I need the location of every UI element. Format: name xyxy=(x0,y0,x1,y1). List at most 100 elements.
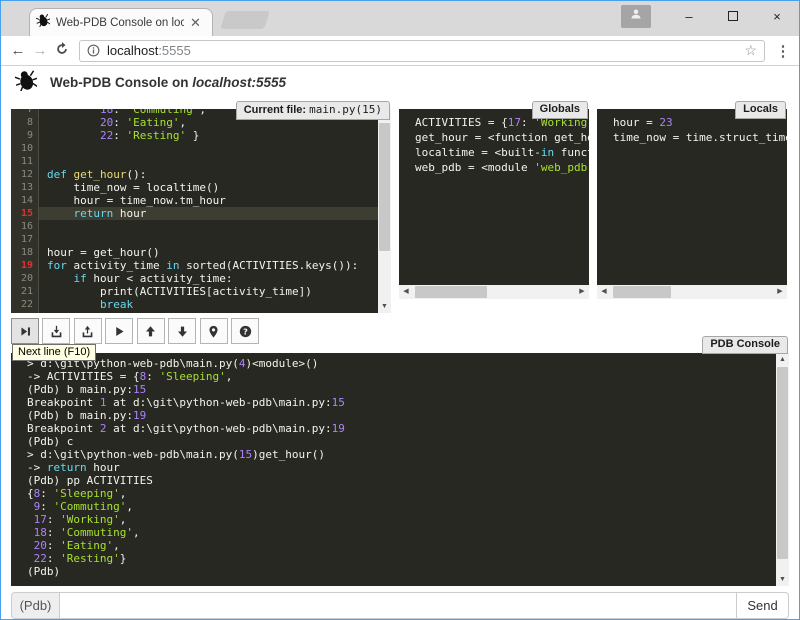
browser-window: { "browser": { "tab_title": "Web-PDB Con… xyxy=(0,0,800,620)
locals-view: hour = 23time_now = time.struct_time(tm_… xyxy=(597,109,787,285)
output-line: Breakpoint 1 at d:\git\python-web-pdb\ma… xyxy=(19,396,776,409)
line-number: 20 xyxy=(11,272,39,285)
code-line: 10 xyxy=(11,142,378,155)
code-line: 13 time_now = localtime() xyxy=(11,181,378,194)
browser-titlebar: Web-PDB Console on localhost:5555 ✕ – × xyxy=(1,1,799,36)
where-button[interactable] xyxy=(200,318,228,344)
output-line: > d:\git\python-web-pdb\main.py(15)get_h… xyxy=(19,448,776,461)
refresh-icon xyxy=(55,42,69,56)
code-vertical-scrollbar[interactable]: ▲ ▼ xyxy=(378,109,391,313)
maximize-button[interactable] xyxy=(711,2,755,30)
code-line: 12def get_hour(): xyxy=(11,168,378,181)
play-icon xyxy=(113,325,126,338)
scroll-right-icon[interactable]: ▶ xyxy=(575,285,589,299)
minimize-button[interactable]: – xyxy=(667,2,711,30)
output-line: -> ACTIVITIES = {8: 'Sleeping', xyxy=(19,370,776,383)
step-out-button[interactable] xyxy=(74,318,102,344)
output-line: (Pdb) c xyxy=(19,435,776,448)
code-line: 11 xyxy=(11,155,378,168)
line-number: 14 xyxy=(11,194,39,207)
page-title: Web-PDB Console on localhost:5555 xyxy=(50,75,286,90)
question-icon: ? xyxy=(239,325,252,338)
code-line: 20 if hour < activity_time: xyxy=(11,272,378,285)
scroll-left-icon[interactable]: ◀ xyxy=(597,285,611,299)
favicon-bug-icon xyxy=(36,13,50,32)
map-marker-icon xyxy=(207,325,220,338)
next-line-button[interactable] xyxy=(11,318,39,344)
arrow-down-icon xyxy=(176,325,189,338)
current-file-tab: Current file: main.py(15) xyxy=(236,101,390,120)
tab-close-icon[interactable]: ✕ xyxy=(190,18,201,28)
line-number: 9 xyxy=(11,129,39,142)
scroll-down-icon[interactable]: ▼ xyxy=(776,573,789,586)
debugger-toolbar: ? Next line (F10) xyxy=(11,318,789,344)
tab-title: Web-PDB Console on localhost:5555 xyxy=(56,17,184,29)
back-button[interactable]: ← xyxy=(7,42,29,59)
scroll-up-icon[interactable]: ▲ xyxy=(776,353,789,366)
line-number: 8 xyxy=(11,116,39,129)
output-line: get_hour = <function get_hour at 0x00000… xyxy=(407,130,589,145)
code-line: 9 22: 'Resting' } xyxy=(11,129,378,142)
step-into-button[interactable] xyxy=(42,318,70,344)
output-line: -> return hour xyxy=(19,461,776,474)
console-vertical-scrollbar[interactable]: ▲ ▼ xyxy=(776,353,789,586)
url-text: localhost:5555 xyxy=(107,43,744,58)
scroll-right-icon[interactable]: ▶ xyxy=(773,285,787,299)
locals-panel: Locals hour = 23time_now = time.struct_t… xyxy=(597,101,787,299)
browser-menu-button[interactable]: ⋮ xyxy=(773,42,793,60)
code-line: 15 return hour xyxy=(11,207,378,220)
new-tab-button[interactable] xyxy=(220,11,270,29)
output-line: (Pdb) pp ACTIVITIES xyxy=(19,474,776,487)
output-line: localtime = <built-in function localtime… xyxy=(407,145,589,160)
output-line: {8: 'Sleeping', xyxy=(19,487,776,500)
scroll-left-icon[interactable]: ◀ xyxy=(399,285,413,299)
output-line: Breakpoint 2 at d:\git\python-web-pdb\ma… xyxy=(19,422,776,435)
line-number: 11 xyxy=(11,155,39,168)
bookmark-star-icon[interactable]: ☆ xyxy=(744,42,757,59)
breakpoint-line-number: 15 xyxy=(11,207,39,220)
line-number: 21 xyxy=(11,285,39,298)
forward-button[interactable]: → xyxy=(29,42,51,59)
code-line xyxy=(11,311,378,313)
locals-tab: Locals xyxy=(735,101,786,119)
down-frame-button[interactable] xyxy=(168,318,196,344)
scroll-down-icon[interactable]: ▼ xyxy=(378,300,391,313)
command-input[interactable] xyxy=(59,592,737,619)
step-into-icon xyxy=(50,325,63,338)
refresh-button[interactable] xyxy=(51,42,73,60)
line-number: 13 xyxy=(11,181,39,194)
code-line: 21 print(ACTIVITIES[activity_time]) xyxy=(11,285,378,298)
output-line: 20: 'Eating', xyxy=(19,539,776,552)
line-number: 7 xyxy=(11,109,39,116)
code-line: 16 xyxy=(11,220,378,233)
arrow-up-icon xyxy=(144,325,157,338)
maximize-icon xyxy=(728,11,738,21)
output-line: web_pdb = <module 'web_pdb' from 'd:\git… xyxy=(407,160,589,175)
svg-text:?: ? xyxy=(243,326,248,336)
pdb-console-tab: PDB Console xyxy=(702,336,788,354)
output-line: 9: 'Commuting', xyxy=(19,500,776,513)
locals-horizontal-scrollbar[interactable]: ◀ ▶ xyxy=(597,285,787,299)
command-input-bar: (Pdb) Send xyxy=(11,592,789,619)
browser-tab[interactable]: Web-PDB Console on localhost:5555 ✕ xyxy=(29,8,213,36)
output-line: > d:\git\python-web-pdb\main.py(4)<modul… xyxy=(19,357,776,370)
close-button[interactable]: × xyxy=(755,2,799,30)
output-line: 22: 'Resting'} xyxy=(19,552,776,565)
console-output: > d:\git\python-web-pdb\main.py(4)<modul… xyxy=(11,353,776,586)
continue-button[interactable] xyxy=(105,318,133,344)
code-line: 22 break xyxy=(11,298,378,311)
send-button[interactable]: Send xyxy=(737,592,789,619)
globals-horizontal-scrollbar[interactable]: ◀ ▶ xyxy=(399,285,589,299)
up-frame-button[interactable] xyxy=(137,318,165,344)
line-number xyxy=(11,311,39,313)
output-line: time_now = time.struct_time(tm_year=2017… xyxy=(605,130,787,145)
breakpoint-line-number: 19 xyxy=(11,259,39,272)
address-bar[interactable]: localhost:5555 ☆ xyxy=(79,40,765,62)
webpdb-bug-icon xyxy=(15,69,37,96)
profile-button[interactable] xyxy=(621,5,651,28)
output-line: 18: 'Commuting', xyxy=(19,526,776,539)
help-button[interactable]: ? xyxy=(231,318,259,344)
app-header: Web-PDB Console on localhost:5555 xyxy=(1,66,799,99)
info-icon xyxy=(87,44,100,57)
output-line: (Pdb) xyxy=(19,565,776,578)
